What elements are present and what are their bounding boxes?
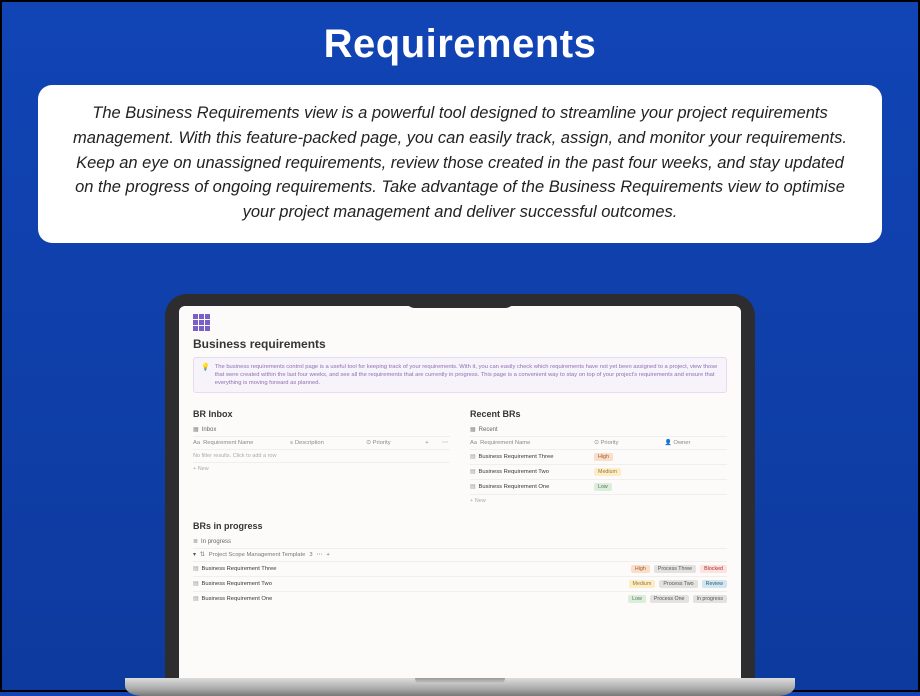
table-row[interactable]: ▤Business Requirement One Low (470, 480, 727, 495)
intro-card: The Business Requirements view is a powe… (38, 85, 882, 243)
status-badge: In progress (693, 595, 728, 603)
page-icon: ▤ (470, 484, 475, 490)
toggle-icon[interactable]: ▾ (193, 552, 196, 558)
inbox-tab[interactable]: ▦ Inbox (193, 423, 450, 437)
laptop-notch (405, 294, 515, 308)
priority-badge: High (594, 453, 613, 461)
status-badge: Blocked (700, 565, 727, 573)
process-badge: Process Three (654, 565, 696, 573)
inbox-section: BR Inbox ▦ Inbox Aa Requirement Name ≡ D… (193, 409, 450, 507)
priority-badge: Low (594, 483, 612, 491)
page-icon: ▤ (193, 596, 198, 602)
recent-tab-label: Recent (479, 427, 498, 433)
group-name: Project Scope Management Template (209, 552, 306, 558)
text-col-icon: Aa (470, 440, 477, 446)
app-screen: Business requirements 💡 The business req… (179, 306, 741, 678)
recent-section: Recent BRs ▦ Recent Aa Requirement Name … (470, 409, 727, 507)
inbox-heading: BR Inbox (193, 409, 450, 419)
inbox-tab-label: Inbox (202, 427, 217, 433)
inprogress-tab-label: In progress (201, 539, 231, 545)
page-icon: ▤ (470, 469, 475, 475)
laptop-base (125, 678, 795, 696)
row-name: Business Requirement One (478, 484, 549, 490)
list-item[interactable]: ▤Business Requirement Two Medium Process… (193, 576, 727, 591)
inbox-new-row[interactable]: + New (193, 463, 450, 475)
page-title: Requirements (2, 22, 918, 67)
row-name: Business Requirement Three (478, 454, 553, 460)
laptop-base-notch (415, 678, 505, 684)
laptop-frame: Business requirements 💡 The business req… (165, 294, 755, 696)
table-row[interactable]: ▤Business Requirement Three High (470, 450, 727, 465)
row-name: Business Requirement Three (201, 566, 276, 572)
callout-text: The business requirements control page i… (215, 363, 719, 387)
add-col-button[interactable]: + (422, 440, 432, 446)
table-icon: ▦ (193, 426, 199, 433)
table-row[interactable]: ▤Business Requirement Two Medium (470, 465, 727, 480)
priority-badge: Low (628, 595, 646, 603)
inprogress-heading: BRs in progress (193, 521, 727, 531)
inprogress-section: BRs in progress ≣ In progress ▾ ⇅ Projec… (193, 521, 727, 606)
list-item[interactable]: ▤Business Requirement Three High Process… (193, 561, 727, 576)
list-icon: ≣ (193, 538, 198, 545)
row-name: Business Requirement Two (478, 469, 548, 475)
table-icon: ▦ (470, 426, 476, 433)
page-icon: ▤ (470, 454, 475, 460)
process-badge: Process One (650, 595, 689, 603)
status-badge: Review (702, 580, 727, 588)
inbox-col-prio: Priority (373, 440, 391, 446)
inbox-col-desc: Description (295, 440, 324, 446)
inbox-col-name: Requirement Name (203, 440, 253, 446)
recent-col-prio: Priority (601, 440, 619, 446)
inbox-empty-row[interactable]: No filter results. Click to add a row (193, 450, 450, 463)
more-col-button[interactable]: ⋯ (440, 440, 450, 446)
inprogress-tab[interactable]: ≣ In progress (193, 535, 727, 549)
callout-box: 💡 The business requirements control page… (193, 357, 727, 393)
scope-icon: ⇅ (200, 552, 205, 558)
group-add-icon[interactable]: + (326, 552, 329, 558)
intro-text: The Business Requirements view is a powe… (73, 104, 847, 221)
list-item[interactable]: ▤Business Requirement One Low Process On… (193, 591, 727, 606)
group-header[interactable]: ▾ ⇅ Project Scope Management Template 3 … (193, 549, 727, 561)
laptop-lid: Business requirements 💡 The business req… (165, 294, 755, 678)
row-name: Business Requirement Two (201, 581, 271, 587)
group-count: 3 (309, 552, 312, 558)
recent-header-row: Aa Requirement Name ⊙ Priority 👤 Owner (470, 437, 727, 450)
priority-badge: High (631, 565, 650, 573)
inbox-header-row: Aa Requirement Name ≡ Description ⊙ Prio… (193, 437, 450, 450)
recent-col-owner: Owner (673, 440, 690, 446)
recent-new-row[interactable]: + New (470, 495, 727, 507)
app-grid-icon (193, 314, 727, 331)
app-page-title: Business requirements (193, 337, 727, 351)
priority-badge: Medium (629, 580, 656, 588)
recent-heading: Recent BRs (470, 409, 727, 419)
priority-badge: Medium (594, 468, 621, 476)
page-icon: ▤ (193, 581, 198, 587)
text-col-icon: Aa (193, 440, 200, 446)
recent-tab[interactable]: ▦ Recent (470, 423, 727, 437)
recent-col-name: Requirement Name (480, 440, 530, 446)
process-badge: Process Two (659, 580, 697, 588)
row-name: Business Requirement One (201, 596, 272, 602)
group-more-icon[interactable]: ⋯ (317, 552, 323, 558)
lightbulb-icon: 💡 (201, 363, 210, 387)
page-icon: ▤ (193, 566, 198, 572)
